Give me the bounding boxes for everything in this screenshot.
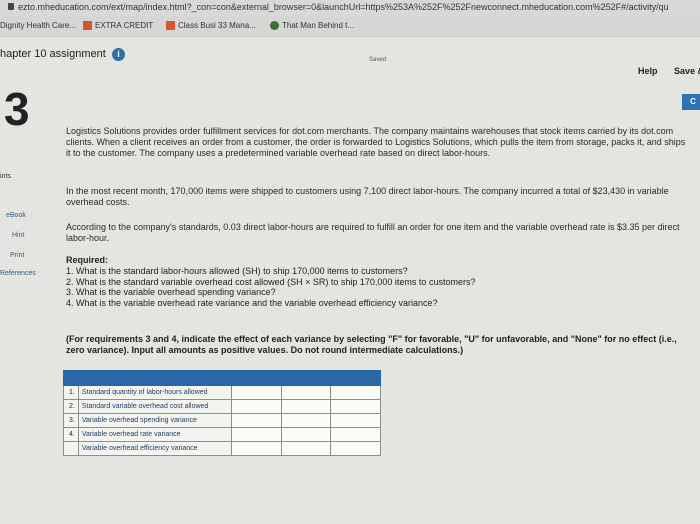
table-row: 3. Variable overhead spending variance — [63, 413, 381, 428]
bookmarks-bar: Dignity Health Care... EXTRA CREDIT Clas… — [0, 16, 700, 37]
save-exit-button[interactable]: Save & — [674, 66, 700, 76]
extra-cell[interactable] — [330, 399, 381, 414]
bookmark-extra-credit[interactable]: EXTRA CREDIT — [83, 21, 153, 30]
bookmark-dignity-health[interactable]: Dignity Health Care... — [0, 21, 76, 30]
problem-paragraph-3: According to the company's standards, 0.… — [66, 222, 680, 243]
print-link[interactable]: Print — [10, 252, 24, 259]
extra-cell[interactable] — [330, 427, 381, 442]
browser-url-bar[interactable]: ezto.mheducation.com/ext/map/index.html?… — [0, 0, 700, 16]
effect-select[interactable] — [280, 441, 332, 456]
info-icon[interactable]: i — [112, 48, 125, 61]
problem-paragraph-2: In the most recent month, 170,000 items … — [66, 186, 669, 207]
saved-status: Saved — [369, 57, 387, 63]
required-item: 1. What is the standard labor-hours allo… — [66, 266, 408, 276]
url-text[interactable]: ezto.mheducation.com/ext/map/index.html?… — [18, 2, 669, 12]
required-list: 1. What is the standard labor-hours allo… — [66, 266, 666, 308]
lock-icon — [8, 3, 14, 10]
amount-input[interactable] — [230, 441, 282, 456]
effect-select[interactable] — [280, 427, 332, 442]
row-number: 1. — [63, 385, 79, 400]
table-header-row — [63, 370, 381, 386]
row-number: 2. — [63, 399, 79, 414]
bookmark-that-man-behind[interactable]: That Man Behind t... — [270, 21, 354, 30]
row-label: Variable overhead spending variance — [77, 413, 232, 428]
row-label: Variable overhead rate variance — [77, 427, 232, 442]
globe-icon — [270, 21, 279, 30]
bookmark-icon — [166, 21, 175, 30]
extra-cell[interactable] — [330, 385, 381, 400]
table-row: 1. Standard quantity of labor-hours allo… — [63, 385, 381, 400]
bookmark-icon — [83, 21, 92, 30]
help-link[interactable]: Help — [638, 66, 658, 76]
points-label: ints — [0, 173, 11, 180]
amount-input[interactable] — [230, 399, 282, 414]
amount-input[interactable] — [230, 427, 282, 442]
ebook-link[interactable]: eBook — [6, 212, 26, 219]
question-number: 3 — [4, 83, 30, 135]
effect-select[interactable] — [280, 413, 332, 428]
table-row: Variable overhead efficiency variance — [63, 441, 381, 456]
check-button[interactable]: C — [682, 94, 700, 110]
row-label: Standard variable overhead cost allowed — [77, 399, 232, 414]
bookmark-class-busi[interactable]: Class Busi 33 Mana... — [166, 21, 256, 30]
row-number — [63, 441, 79, 456]
extra-cell[interactable] — [330, 441, 381, 456]
references-link[interactable]: References — [0, 270, 36, 277]
instructions: (For requirements 3 and 4, indicate the … — [66, 334, 677, 355]
row-number: 3. — [63, 413, 79, 428]
required-item: 3. What is the variable overhead spendin… — [66, 287, 276, 297]
table-row: 4. Variable overhead rate variance — [63, 427, 381, 442]
required-heading: Required: — [66, 255, 109, 265]
hint-link[interactable]: Hint — [12, 232, 24, 239]
row-number: 4. — [63, 427, 79, 442]
row-label: Variable overhead efficiency variance — [77, 441, 232, 456]
table-row: 2. Standard variable overhead cost allow… — [63, 399, 381, 414]
assignment-title: hapter 10 assignment — [0, 48, 106, 60]
amount-input[interactable] — [230, 385, 282, 400]
required-item: 2. What is the standard variable overhea… — [66, 276, 476, 287]
answer-table: 1. Standard quantity of labor-hours allo… — [63, 370, 381, 456]
extra-cell[interactable] — [330, 413, 381, 428]
problem-paragraph-1: Logistics Solutions provides order fulfi… — [66, 126, 686, 158]
effect-select[interactable] — [280, 399, 332, 414]
effect-select[interactable] — [280, 385, 332, 400]
amount-input[interactable] — [230, 413, 282, 428]
row-label: Standard quantity of labor-hours allowed — [77, 385, 232, 400]
required-item: 4. What is the variable overhead rate va… — [66, 297, 438, 308]
